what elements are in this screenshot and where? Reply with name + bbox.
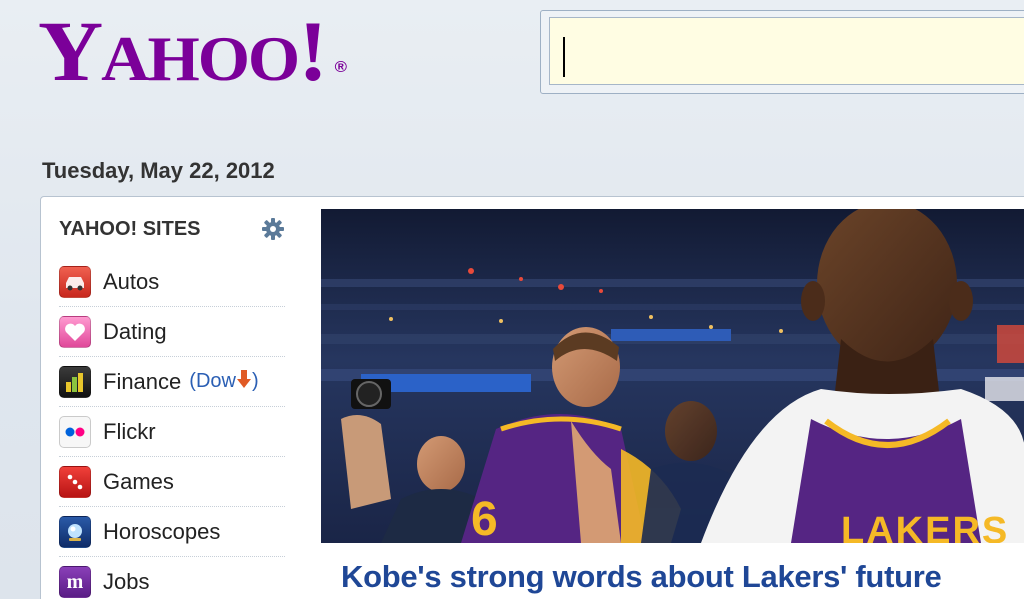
featured-headline[interactable]: Kobe's strong words about Lakers' future [341, 559, 942, 595]
down-arrow-icon [236, 369, 252, 395]
finance-icon [59, 365, 91, 398]
crystal-ball-icon [59, 515, 91, 548]
dow-link[interactable]: (Dow [189, 370, 236, 393]
site-item-dating[interactable]: Dating [59, 307, 285, 357]
flickr-icon [59, 415, 91, 448]
site-item-jobs[interactable]: m Jobs [59, 557, 285, 599]
site-label: Jobs [103, 569, 150, 594]
site-label: Finance [103, 368, 182, 394]
site-item-horoscopes[interactable]: Horoscopes [59, 507, 285, 557]
sites-header: YAHOO! SITES [59, 213, 285, 245]
jersey-number: 6 [471, 493, 498, 543]
featured-story-image[interactable]: 6 LAKERS [321, 209, 1024, 543]
yahoo-sites-sidebar: YAHOO! SITES Autos Dating Finance (Dow)… [59, 213, 285, 599]
site-label: Dating [103, 318, 167, 344]
yahoo-logo[interactable]: YAHOO! ® [38, 8, 347, 94]
sites-title: YAHOO! SITES [59, 217, 201, 240]
jobs-icon: m [59, 566, 91, 598]
text-caret [563, 37, 565, 77]
site-item-autos[interactable]: Autos [59, 257, 285, 307]
heart-icon [59, 315, 91, 348]
search-input[interactable] [549, 17, 1024, 85]
site-label: Horoscopes [103, 518, 221, 544]
content-panel: YAHOO! SITES Autos Dating Finance (Dow)… [40, 196, 1024, 599]
site-label: Games [103, 468, 174, 494]
site-item-flickr[interactable]: Flickr [59, 407, 285, 457]
site-label: Flickr [103, 418, 156, 444]
gear-icon[interactable] [261, 217, 285, 241]
current-date: Tuesday, May 22, 2012 [42, 158, 275, 183]
dice-icon [59, 465, 91, 498]
site-item-games[interactable]: Games [59, 457, 285, 507]
car-icon [59, 265, 91, 298]
site-item-finance[interactable]: Finance (Dow ) [59, 357, 285, 407]
site-label: Autos [103, 268, 160, 294]
search-box [540, 10, 1024, 94]
jersey-text: LAKERS [841, 510, 1009, 543]
dow-close-paren: ) [251, 370, 259, 392]
